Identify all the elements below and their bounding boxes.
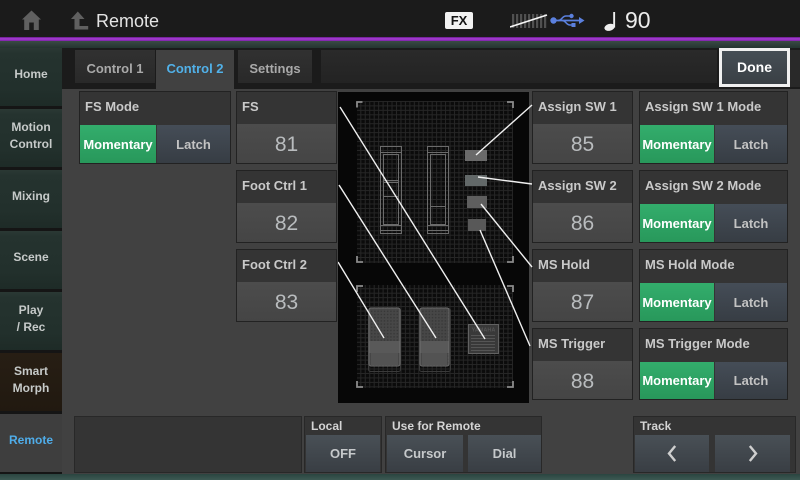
svg-text:YAMAHA: YAMAHA [472, 328, 496, 334]
